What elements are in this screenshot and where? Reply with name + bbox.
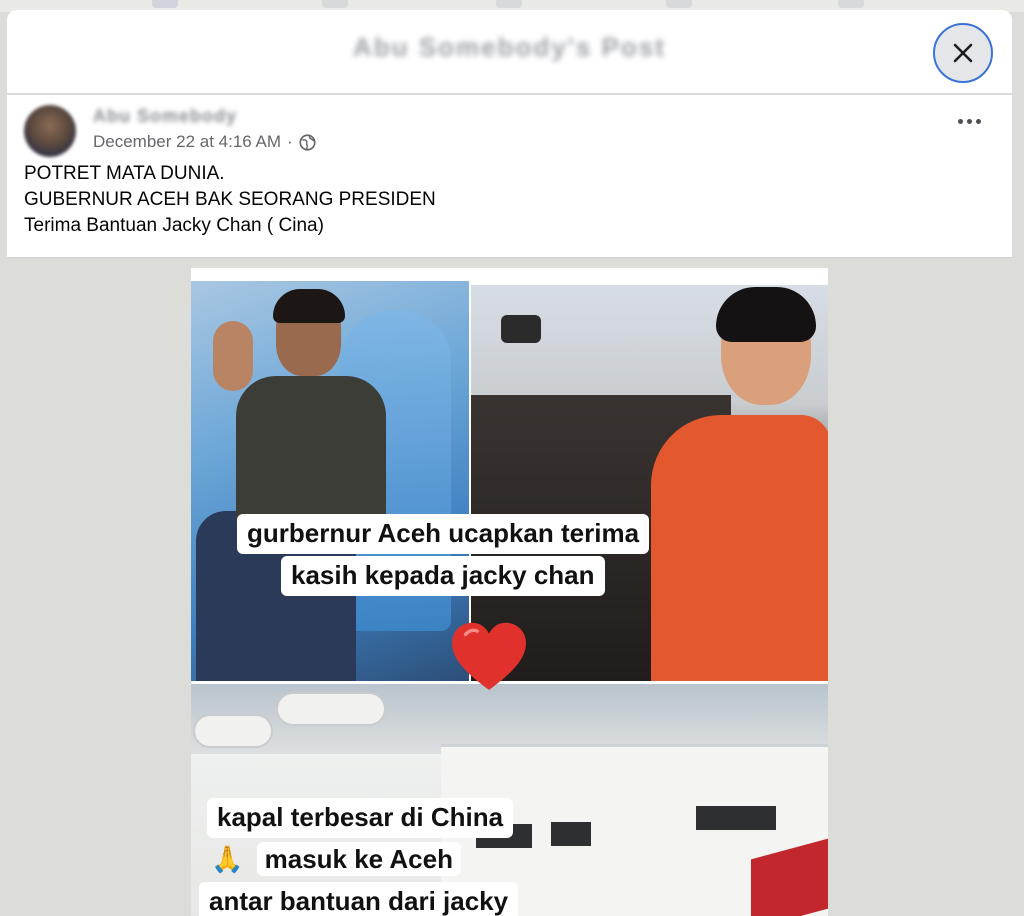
modal-title: Abu Somebody's Post [353,32,666,62]
caption-thanks-line1: gurbernur Aceh ucapkan terima [237,514,650,554]
close-icon [953,43,973,63]
post-card: Abu Somebody December 22 at 4:16 AM · PO… [7,95,1012,258]
governor-vest [236,376,386,536]
photo-panel-governor [191,281,469,681]
post-timestamp[interactable]: December 22 at 4:16 AM [93,132,281,152]
more-options-button[interactable] [945,109,993,133]
more-dot-icon [966,118,972,124]
globe-icon [299,133,316,151]
lifeboat [276,692,386,726]
orange-jacket [651,415,828,681]
heart-icon [452,622,526,690]
ship-window [696,806,776,830]
close-button[interactable] [933,23,993,83]
lifeboat [193,714,273,748]
nav-gaming-icon [838,0,864,8]
camera-icon [501,315,541,343]
meta-separator: · [287,132,293,151]
more-dot-icon [975,118,981,124]
nav-groups-icon [666,0,692,8]
more-dot-icon [957,118,963,124]
author-name[interactable]: Abu Somebody [93,106,237,127]
caption-thanks-line2: kasih kepada jacky chan [281,556,605,596]
nav-home-icon [152,0,178,8]
post-text-line: POTRET MATA DUNIA. [24,163,225,184]
post-text-line: GUBERNUR ACEH BAK SEORANG PRESIDEN [24,189,436,210]
celebrity-hair [716,287,816,342]
post-text-line: Terima Bantuan Jacky Chan ( Cina) [24,215,324,236]
nav-video-icon [322,0,348,8]
nav-marketplace-icon [496,0,522,8]
caption-ship-line3: antar bantuan dari jacky [199,882,519,916]
post-meta: December 22 at 4:16 AM · [93,132,316,152]
modal-header: Abu Somebody's Post [7,10,1012,94]
caption-ship-line1: kapal terbesar di China [207,798,514,838]
post-photo[interactable]: gurbernur Aceh ucapkan terima kasih kepa… [191,268,828,916]
author-avatar[interactable] [24,105,76,157]
post-text: POTRET MATA DUNIA. GUBERNUR ACEH BAK SEO… [24,161,436,239]
post-modal: Abu Somebody's Post Abu Somebody Decembe… [7,10,1012,916]
governor-hair [273,289,345,323]
caption-ship-line2-text: masuk ke Aceh [256,842,461,876]
ship-window [551,822,591,846]
governor-waving-hand [213,321,253,391]
caption-ship-line2: 🙏 masuk ke Aceh [207,840,471,880]
pray-icon: 🙏 [211,844,244,874]
